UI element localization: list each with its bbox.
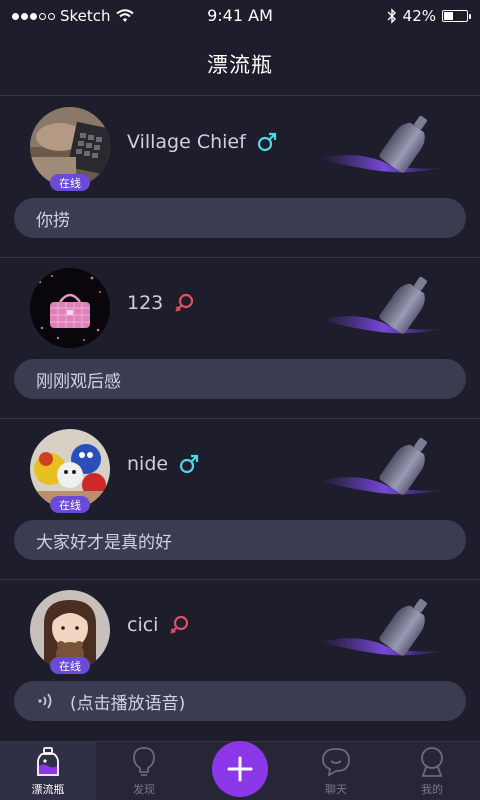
tab-label: 发现 (133, 783, 155, 796)
bottle-card[interactable]: 在线 cici (点击播放语音) (0, 580, 480, 741)
tab-add-wrap (192, 741, 288, 800)
avatar-wrap[interactable]: 在线 (30, 429, 110, 513)
name-row: Village Chief (127, 131, 278, 153)
bottle-card[interactable]: 在线 Village Chief 你捞 (0, 97, 480, 258)
tab-discover[interactable]: 发现 (96, 742, 192, 800)
tab-chat[interactable]: 聊天 (288, 742, 384, 800)
user-name: 123 (127, 292, 164, 314)
battery-icon (442, 10, 471, 22)
drift-bottle-icon (320, 115, 448, 173)
male-gender-icon (179, 454, 199, 474)
female-gender-icon (170, 615, 189, 634)
tab-drift-bottle[interactable]: 漂流瓶 (0, 742, 96, 800)
lightbulb-icon (133, 747, 155, 776)
plus-icon (227, 756, 253, 782)
tab-profile[interactable]: 我的 (384, 742, 480, 800)
nav-header: 漂流瓶 (0, 32, 480, 96)
bottle-card[interactable]: 123 刚刚观后感 (0, 258, 480, 419)
name-row: 123 (127, 292, 195, 314)
message-bubble[interactable]: 刚刚观后感 (14, 359, 466, 399)
chat-bubble-icon (322, 748, 350, 777)
user-name: cici (127, 614, 159, 636)
tab-label: 聊天 (325, 783, 347, 796)
voice-message-text: (点击播放语音) (70, 693, 186, 714)
female-gender-icon (175, 293, 194, 312)
add-bottle-button[interactable] (212, 741, 268, 797)
bottle-icon (37, 747, 59, 776)
user-name: Village Chief (127, 131, 246, 153)
bottle-feed[interactable]: 在线 Village Chief 你捞 123 刚刚观后感 在线 nide 大家… (0, 97, 480, 741)
name-row: cici (127, 614, 190, 636)
page-title: 漂流瓶 (207, 52, 273, 77)
avatar[interactable] (30, 268, 110, 348)
drift-bottle-icon (320, 598, 448, 656)
drift-bottle-icon (320, 276, 448, 334)
message-bubble[interactable]: 你捞 (14, 198, 466, 238)
tab-bar: 漂流瓶 发现 聊天 我的 (0, 741, 480, 800)
name-row: nide (127, 453, 200, 475)
avatar-wrap[interactable]: 在线 (30, 107, 115, 191)
battery-fill (444, 12, 454, 20)
online-badge: 在线 (50, 496, 90, 513)
message-text: 大家好才是真的好 (36, 532, 172, 553)
message-text: 你捞 (36, 210, 70, 231)
avatar-wrap[interactable]: 在线 (30, 590, 110, 674)
online-badge: 在线 (50, 657, 90, 674)
avatar-wrap[interactable] (30, 268, 110, 348)
message-bubble[interactable]: 大家好才是真的好 (14, 520, 466, 560)
status-time: 9:41 AM (207, 6, 273, 25)
tab-label: 我的 (421, 783, 443, 796)
message-text: 刚刚观后感 (36, 371, 121, 392)
male-gender-icon (257, 132, 276, 152)
bottle-card[interactable]: 在线 nide 大家好才是真的好 (0, 419, 480, 580)
profile-icon (421, 747, 443, 777)
tab-label: 漂流瓶 (31, 783, 65, 796)
voice-message-bubble[interactable]: (点击播放语音) (14, 681, 466, 721)
user-name: nide (127, 453, 169, 475)
voice-wave-icon (38, 693, 52, 709)
drift-bottle-icon (320, 437, 448, 495)
online-badge: 在线 (50, 174, 90, 191)
status-bar: Sketch 9:41 AM 42% (0, 0, 480, 32)
